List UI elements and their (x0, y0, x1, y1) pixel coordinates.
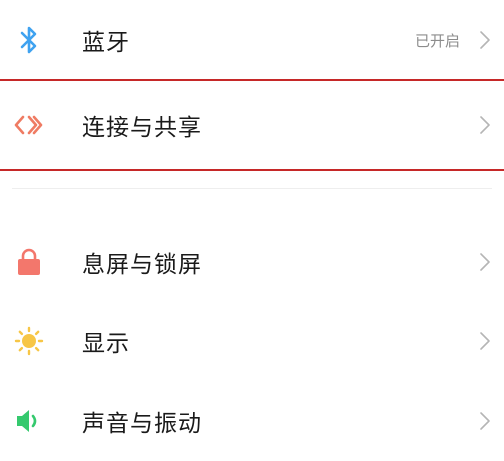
bluetooth-icon (14, 25, 44, 55)
chevron-right-icon (476, 329, 494, 353)
lock-icon (14, 247, 44, 277)
settings-item-label: 蓝牙 (82, 30, 130, 56)
speaker-icon (14, 406, 44, 436)
chevron-right-icon (476, 28, 494, 52)
chevron-right-icon (476, 250, 494, 274)
settings-item-connection-share[interactable]: 连接与共享 (0, 79, 504, 171)
settings-item-label: 声音与振动 (82, 411, 202, 437)
settings-item-display[interactable]: 显示 (0, 301, 504, 381)
settings-item-label: 显示 (82, 331, 130, 357)
settings-item-bluetooth[interactable]: 蓝牙 已开启 (0, 0, 504, 80)
chevron-right-icon (476, 113, 494, 137)
connection-share-icon (14, 110, 44, 140)
settings-item-sound[interactable]: 声音与振动 (0, 381, 504, 461)
section-divider (12, 188, 492, 189)
bluetooth-status: 已开启 (414, 31, 460, 50)
settings-item-lock-screen[interactable]: 息屏与锁屏 (0, 222, 504, 302)
settings-item-label: 连接与共享 (82, 115, 202, 141)
settings-item-label: 息屏与锁屏 (82, 252, 202, 278)
sun-icon (14, 326, 44, 356)
chevron-right-icon (476, 409, 494, 433)
